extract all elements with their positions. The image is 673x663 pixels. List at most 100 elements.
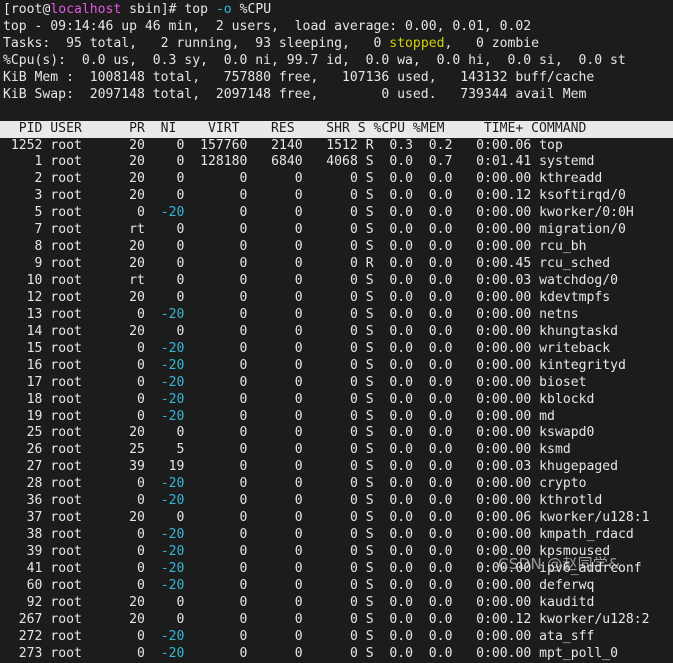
cell-state: S bbox=[357, 645, 374, 661]
cell-time: 0:00.00 bbox=[452, 408, 540, 424]
cell-virt: 0 bbox=[184, 340, 248, 356]
cell-time: 0:00.00 bbox=[452, 289, 540, 305]
table-row[interactable]: 41 root 0 -20 0 0 0 S 0.0 0.0 0:00.00 ip… bbox=[0, 561, 673, 578]
cell-cpu: 0.0 bbox=[373, 273, 414, 288]
cell-pr: 0 bbox=[129, 560, 145, 576]
cell-ni: -20 bbox=[160, 560, 185, 576]
cell-command: top bbox=[539, 137, 563, 153]
process-table-body[interactable]: 1252 root 20 0 157760 2140 1512 R 0.3 0.… bbox=[0, 138, 673, 663]
table-row[interactable]: 1252 root 20 0 157760 2140 1512 R 0.3 0.… bbox=[0, 138, 673, 155]
table-row[interactable]: 273 root 0 -20 0 0 0 S 0.0 0.0 0:00.00 m… bbox=[0, 646, 673, 663]
table-row[interactable]: 28 root 0 -20 0 0 0 S 0.0 0.0 0:00.00 cr… bbox=[0, 476, 673, 493]
cell-res: 0 bbox=[247, 442, 303, 458]
table-row[interactable]: 1 root 20 0 128180 6840 4068 S 0.0 0.7 0… bbox=[0, 154, 673, 171]
cell-user: root bbox=[50, 628, 130, 644]
table-row[interactable]: 10 root rt 0 0 0 0 S 0.0 0.0 0:00.03 wat… bbox=[0, 273, 673, 290]
cell-pr: 0 bbox=[129, 493, 145, 509]
prompt-bracket-open: [ bbox=[3, 2, 11, 17]
cell-ni: 0 bbox=[160, 239, 185, 255]
cell-virt: 0 bbox=[184, 611, 248, 627]
cell-mem: 0.0 bbox=[413, 510, 453, 526]
table-row[interactable]: 8 root 20 0 0 0 0 S 0.0 0.0 0:00.00 rcu_… bbox=[0, 239, 673, 256]
cell-user: root bbox=[50, 137, 130, 153]
cell-ni: 0 bbox=[160, 510, 185, 526]
cell-virt: 0 bbox=[184, 408, 248, 424]
table-row[interactable]: 7 root rt 0 0 0 0 S 0.0 0.0 0:00.00 migr… bbox=[0, 222, 673, 239]
cell-time: 0:00.00 bbox=[452, 205, 540, 221]
cell-shr: 0 bbox=[302, 357, 358, 373]
cell-pid: 37 bbox=[3, 510, 51, 526]
cell-shr: 0 bbox=[302, 577, 358, 593]
tasks-text-before-stopped: Tasks: 95 total, 2 running, 93 sleeping,… bbox=[3, 35, 390, 51]
table-row[interactable]: 38 root 0 -20 0 0 0 S 0.0 0.0 0:00.00 km… bbox=[0, 527, 673, 544]
cell-pr: rt bbox=[129, 273, 145, 288]
prompt-directory: sbin bbox=[129, 2, 161, 17]
table-row[interactable]: 3 root 20 0 0 0 0 S 0.0 0.0 0:00.12 ksof… bbox=[0, 188, 673, 205]
cell-gap-pr-ni bbox=[145, 239, 161, 254]
table-row[interactable]: 26 root 25 5 0 0 0 S 0.0 0.0 0:00.00 ksm… bbox=[0, 442, 673, 459]
cell-gap-pr-ni bbox=[145, 188, 161, 203]
table-row[interactable]: 27 root 39 19 0 0 0 S 0.0 0.0 0:00.03 kh… bbox=[0, 459, 673, 476]
cell-state: S bbox=[357, 222, 374, 238]
cell-pid: 16 bbox=[3, 357, 51, 373]
cell-shr: 0 bbox=[302, 188, 358, 204]
cell-pr: 20 bbox=[129, 323, 145, 339]
cell-command: rcu_sched bbox=[539, 256, 611, 272]
cell-user: root bbox=[50, 442, 130, 458]
cell-state: S bbox=[357, 527, 374, 543]
cell-state: S bbox=[357, 340, 374, 356]
table-row[interactable]: 37 root 20 0 0 0 0 S 0.0 0.0 0:00.06 kwo… bbox=[0, 510, 673, 527]
cell-ni: -20 bbox=[160, 544, 185, 559]
cell-res: 0 bbox=[247, 628, 303, 644]
table-row[interactable]: 2 root 20 0 0 0 0 S 0.0 0.0 0:00.00 kthr… bbox=[0, 171, 673, 188]
table-row[interactable]: 25 root 20 0 0 0 0 S 0.0 0.0 0:00.00 ksw… bbox=[0, 425, 673, 442]
table-row[interactable]: 17 root 0 -20 0 0 0 S 0.0 0.0 0:00.00 bi… bbox=[0, 375, 673, 392]
cell-ni: 0 bbox=[160, 594, 185, 610]
cell-mem: 0.0 bbox=[413, 357, 453, 373]
table-row[interactable]: 39 root 0 -20 0 0 0 S 0.0 0.0 0:00.00 kp… bbox=[0, 544, 673, 561]
table-row[interactable]: 9 root 20 0 0 0 0 R 0.0 0.0 0:00.45 rcu_… bbox=[0, 256, 673, 273]
cell-command: kpsmoused bbox=[539, 544, 611, 559]
table-row[interactable]: 12 root 20 0 0 0 0 S 0.0 0.0 0:00.00 kde… bbox=[0, 290, 673, 307]
cell-cpu: 0.3 bbox=[373, 137, 414, 153]
table-row[interactable]: 36 root 0 -20 0 0 0 S 0.0 0.0 0:00.00 kt… bbox=[0, 493, 673, 510]
table-row[interactable]: 5 root 0 -20 0 0 0 S 0.0 0.0 0:00.00 kwo… bbox=[0, 205, 673, 222]
cell-pid: 8 bbox=[3, 239, 51, 255]
table-row[interactable]: 60 root 0 -20 0 0 0 S 0.0 0.0 0:00.00 de… bbox=[0, 578, 673, 595]
cell-time: 0:00.03 bbox=[452, 459, 540, 475]
table-row[interactable]: 16 root 0 -20 0 0 0 S 0.0 0.0 0:00.00 ki… bbox=[0, 358, 673, 375]
cell-mem: 0.0 bbox=[413, 408, 453, 424]
cell-virt: 128180 bbox=[184, 154, 248, 170]
cell-user: root bbox=[50, 459, 130, 475]
cell-state: S bbox=[357, 476, 374, 492]
table-row[interactable]: 15 root 0 -20 0 0 0 S 0.0 0.0 0:00.00 wr… bbox=[0, 341, 673, 358]
cell-ni: -20 bbox=[160, 645, 185, 661]
cell-ni: -20 bbox=[160, 493, 185, 509]
table-row[interactable]: 267 root 20 0 0 0 0 S 0.0 0.0 0:00.12 kw… bbox=[0, 612, 673, 629]
cell-time: 0:00.06 bbox=[452, 510, 540, 526]
prompt-user: root bbox=[10, 2, 43, 17]
table-row[interactable]: 18 root 0 -20 0 0 0 S 0.0 0.0 0:00.00 kb… bbox=[0, 392, 673, 409]
cell-shr: 4068 bbox=[302, 154, 358, 170]
cell-time: 0:00.06 bbox=[452, 137, 540, 153]
cell-mem: 0.0 bbox=[413, 205, 453, 221]
cell-virt: 0 bbox=[184, 594, 248, 610]
cell-cpu: 0.0 bbox=[373, 289, 414, 305]
table-row[interactable]: 272 root 0 -20 0 0 0 S 0.0 0.0 0:00.00 a… bbox=[0, 629, 673, 646]
cell-virt: 0 bbox=[184, 628, 248, 644]
table-row[interactable]: 92 root 20 0 0 0 0 S 0.0 0.0 0:00.00 kau… bbox=[0, 595, 673, 612]
cell-user: root bbox=[50, 577, 130, 593]
cell-res: 0 bbox=[247, 527, 303, 543]
tasks-stopped-label: stopped bbox=[389, 35, 445, 51]
prompt-command-flag: -o bbox=[215, 2, 232, 17]
table-row[interactable]: 13 root 0 -20 0 0 0 S 0.0 0.0 0:00.00 ne… bbox=[0, 307, 673, 324]
table-row[interactable]: 19 root 0 -20 0 0 0 S 0.0 0.0 0:00.00 md bbox=[0, 409, 673, 426]
cell-time: 0:00.00 bbox=[452, 527, 540, 543]
top-mem-line: KiB Mem : 1008148 total, 757880 free, 10… bbox=[3, 69, 595, 85]
cell-res: 0 bbox=[247, 357, 303, 373]
terminal-screen[interactable]: [root@localhost sbin]# top -o %CPU top -… bbox=[0, 0, 673, 661]
table-row[interactable]: 14 root 20 0 0 0 0 S 0.0 0.0 0:00.00 khu… bbox=[0, 324, 673, 341]
cell-user: root bbox=[50, 510, 130, 526]
cell-mem: 0.0 bbox=[413, 374, 453, 390]
cell-pid: 36 bbox=[3, 493, 51, 509]
